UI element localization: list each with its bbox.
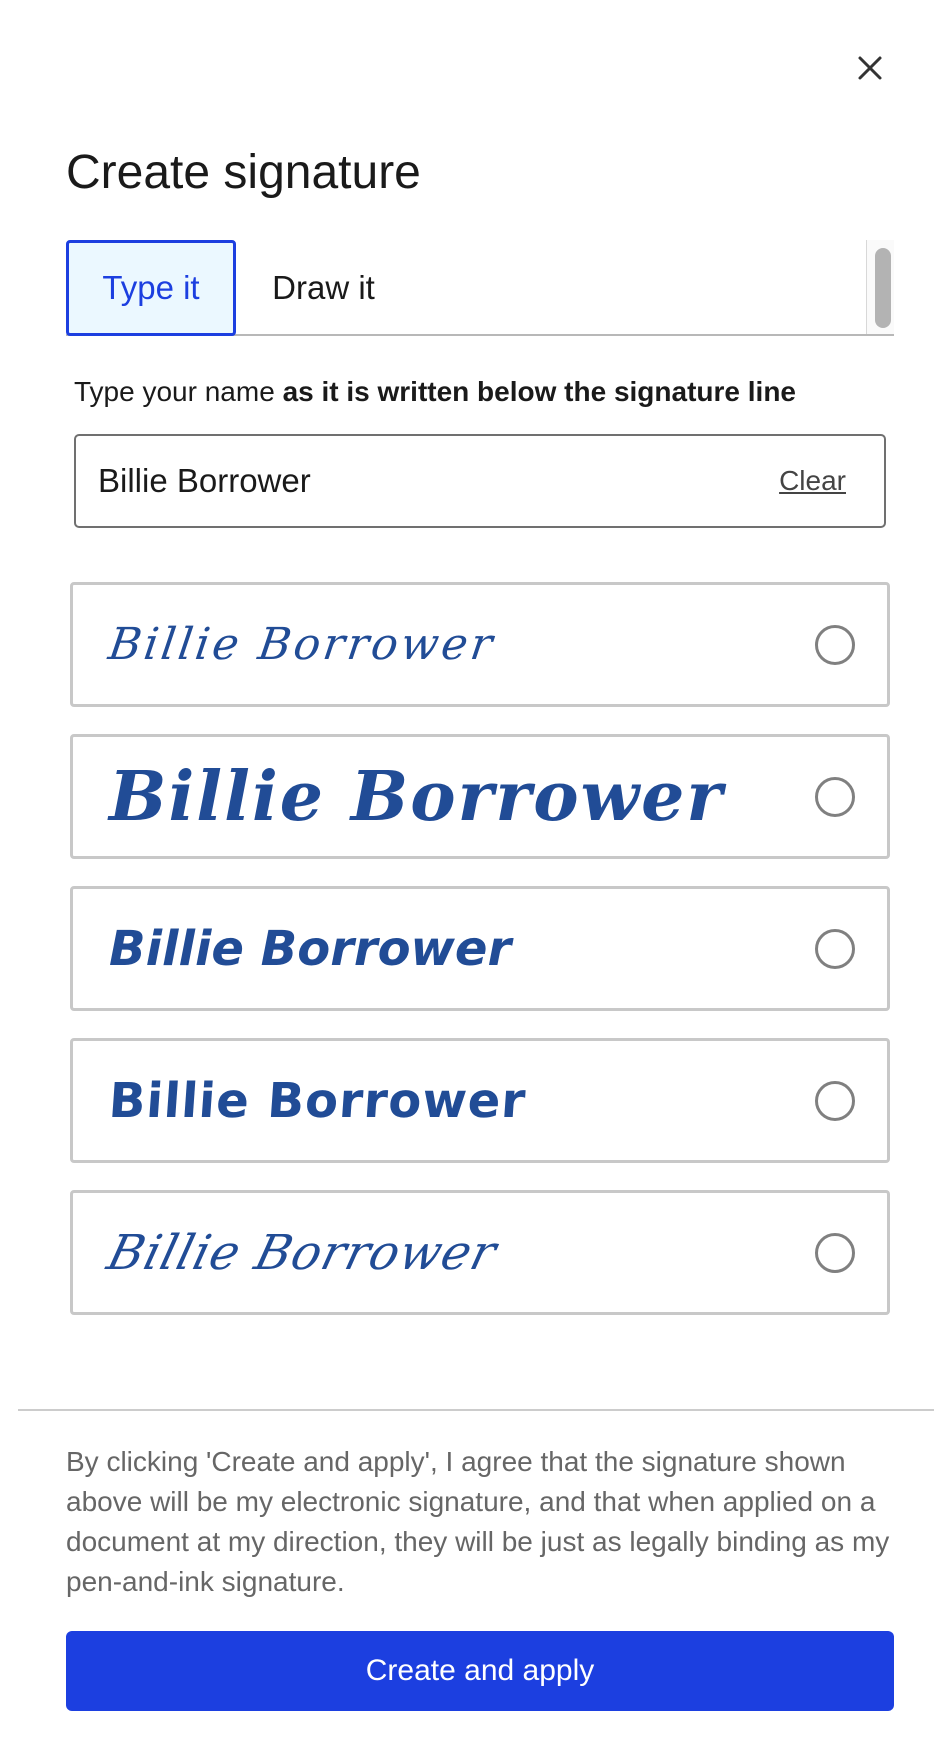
clear-link[interactable]: Clear	[779, 436, 846, 526]
radio-button[interactable]	[815, 1081, 855, 1121]
signature-option-2[interactable]: Billie Borrower	[70, 734, 890, 859]
signature-preview: Billie Borrower	[107, 1072, 529, 1129]
tab-draw-it[interactable]: Draw it	[236, 240, 411, 336]
close-button[interactable]	[850, 48, 890, 88]
signature-option-5[interactable]: Billie Borrower	[70, 1190, 890, 1315]
radio-button[interactable]	[815, 625, 855, 665]
signature-preview: Billie Borrower	[105, 619, 499, 670]
tab-type-it[interactable]: Type it	[66, 240, 236, 336]
name-input[interactable]	[98, 436, 738, 526]
signature-preview: Billie Borrower	[102, 1224, 503, 1281]
signature-preview: Billie Borrower	[109, 756, 725, 837]
legal-disclaimer: By clicking 'Create and apply', I agree …	[66, 1446, 890, 1597]
tab-scrollbar[interactable]	[866, 240, 894, 334]
signature-option-4[interactable]: Billie Borrower	[70, 1038, 890, 1163]
signature-option-3[interactable]: Billie Borrower	[70, 886, 890, 1011]
radio-button[interactable]	[815, 777, 855, 817]
name-field: Clear	[74, 434, 886, 528]
signature-preview: Billie Borrower	[109, 920, 512, 977]
dialog-title: Create signature	[66, 146, 421, 199]
radio-button[interactable]	[815, 929, 855, 969]
instruction-text: Type your name as it is written below th…	[74, 376, 796, 408]
close-icon	[858, 56, 882, 80]
instruction-emphasis: as it is written below the signature lin…	[282, 376, 796, 407]
create-and-apply-button[interactable]: Create and apply	[66, 1631, 894, 1711]
tab-scrollbar-thumb[interactable]	[875, 248, 891, 328]
signature-option-1[interactable]: Billie Borrower	[70, 582, 890, 707]
tab-list: Type it Draw it	[66, 240, 894, 336]
radio-button[interactable]	[815, 1233, 855, 1273]
footer-divider	[18, 1409, 934, 1411]
instruction-prefix: Type your name	[74, 376, 283, 407]
